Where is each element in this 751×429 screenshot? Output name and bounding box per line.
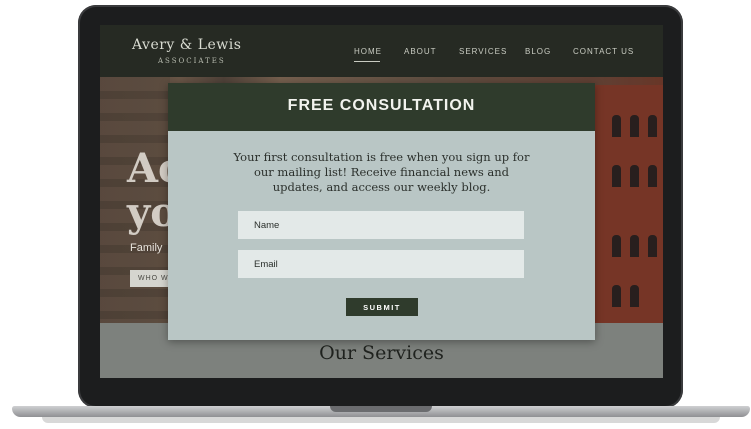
modal-description: Your first consultation is free when you… bbox=[233, 150, 530, 194]
submit-button[interactable]: SUBMIT bbox=[346, 298, 418, 316]
nav-contact-us[interactable]: CONTACT US bbox=[573, 47, 634, 56]
nav-active-indicator bbox=[354, 61, 380, 62]
modal-title: FREE CONSULTATION bbox=[287, 97, 476, 114]
site-logo-subtitle: ASSOCIATES bbox=[158, 57, 226, 65]
nav-about[interactable]: ABOUT bbox=[404, 47, 437, 56]
nav-services[interactable]: SERVICES bbox=[459, 47, 507, 56]
laptop-base-shadow bbox=[42, 417, 720, 423]
nav-home[interactable]: HOME bbox=[354, 47, 382, 56]
site-logo[interactable]: Avery & Lewis bbox=[132, 37, 241, 53]
site-header: Avery & Lewis ASSOCIATES HOME ABOUT SERV… bbox=[100, 25, 663, 77]
nav-blog[interactable]: BLOG bbox=[525, 47, 551, 56]
laptop-base bbox=[12, 404, 750, 424]
modal-header: FREE CONSULTATION bbox=[168, 83, 595, 131]
email-input[interactable] bbox=[238, 250, 524, 278]
services-title: Our Services bbox=[319, 342, 444, 364]
consultation-modal: FREE CONSULTATION Your first consultatio… bbox=[168, 83, 595, 340]
hero-subtitle: Family bbox=[130, 242, 163, 254]
laptop-mockup: Avery & Lewis ASSOCIATES HOME ABOUT SERV… bbox=[0, 0, 751, 429]
name-input[interactable] bbox=[238, 211, 524, 239]
laptop-screen: Avery & Lewis ASSOCIATES HOME ABOUT SERV… bbox=[100, 25, 663, 378]
laptop-notch bbox=[330, 406, 432, 412]
